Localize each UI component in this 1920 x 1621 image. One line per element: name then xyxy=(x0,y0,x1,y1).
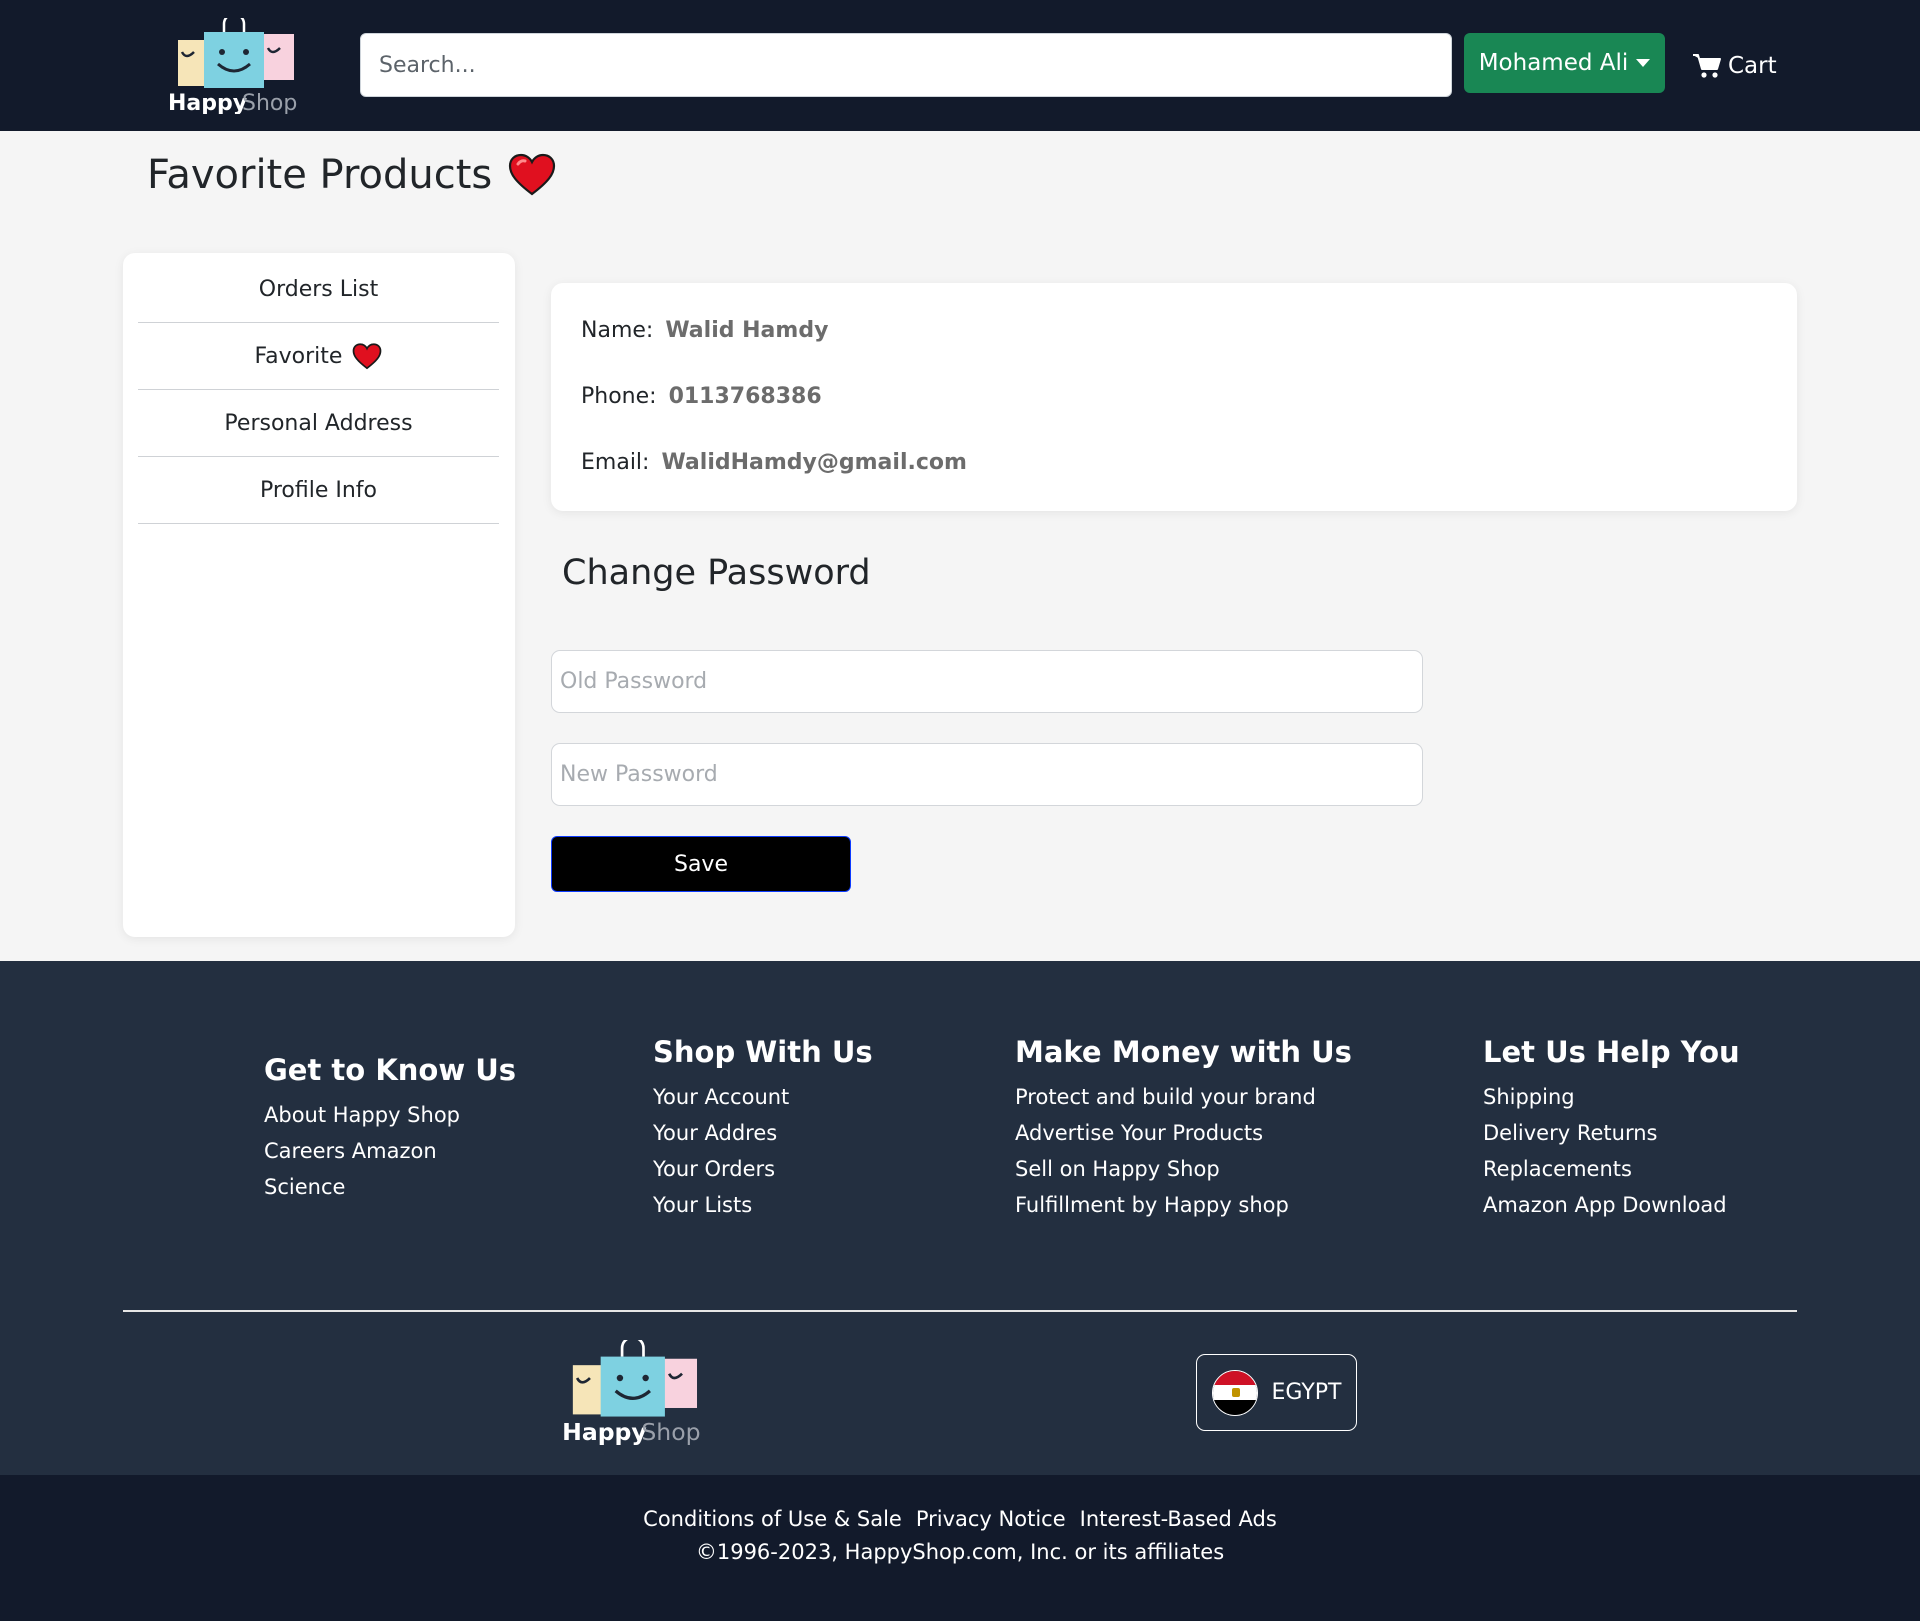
egypt-flag-icon xyxy=(1211,1369,1258,1416)
phone-value: 0113768386 xyxy=(668,384,822,409)
cart-label: Cart xyxy=(1728,53,1777,79)
caret-down-icon xyxy=(1636,59,1651,67)
legal-link-ads[interactable]: Interest-Based Ads xyxy=(1080,1507,1277,1531)
logo-word-shop: Shop xyxy=(641,1418,700,1446)
profile-name-row: Name: Walid Hamdy xyxy=(581,318,828,343)
footer-happyshop-logo[interactable]: Happy Shop xyxy=(560,1340,712,1446)
country-label: EGYPT xyxy=(1271,1380,1342,1405)
heart-icon xyxy=(509,153,556,196)
footer-link[interactable]: Fulfillment by Happy shop xyxy=(1015,1187,1352,1223)
cart-link[interactable]: Cart xyxy=(1692,48,1777,84)
logo-word-happy: Happy xyxy=(168,91,247,114)
profile-info-card: Name: Walid Hamdy Phone: 0113768386 Emai… xyxy=(551,283,1797,511)
page-title: Favorite Products xyxy=(147,152,556,198)
footer-link[interactable]: Your Orders xyxy=(653,1151,873,1187)
legal-links: Conditions of Use & Sale Privacy Notice … xyxy=(0,1507,1920,1531)
old-password-input[interactable] xyxy=(551,650,1423,713)
happyshop-logo[interactable]: Happy Shop xyxy=(166,18,308,114)
save-button[interactable]: Save xyxy=(551,836,851,892)
cart-icon xyxy=(1693,54,1721,78)
sidebar-item-personal-address[interactable]: Personal Address xyxy=(138,390,499,457)
footer-link[interactable]: About Happy Shop xyxy=(264,1097,516,1133)
footer-link[interactable]: Advertise Your Products xyxy=(1015,1115,1352,1151)
footer-column-let-us-help-you: Let Us Help You Shipping Delivery Return… xyxy=(1483,1035,1740,1223)
profile-email-row: Email: WalidHamdy@gmail.com xyxy=(581,450,967,475)
search-input[interactable] xyxy=(360,33,1452,97)
footer-column-title: Make Money with Us xyxy=(1015,1035,1352,1069)
top-navbar: Happy Shop Mohamed Ali Cart xyxy=(0,0,1920,131)
legal-bar: Conditions of Use & Sale Privacy Notice … xyxy=(0,1475,1920,1621)
change-password-title: Change Password xyxy=(562,553,871,593)
copyright-text: ©1996-2023, HappyShop.com, Inc. or its a… xyxy=(695,1540,1225,1564)
footer-link[interactable]: Protect and build your brand xyxy=(1015,1079,1352,1115)
sidebar-item-label: Favorite xyxy=(254,343,343,369)
phone-label: Phone: xyxy=(581,384,657,409)
footer-column-title: Get to Know Us xyxy=(264,1053,517,1087)
footer-column-make-money: Make Money with Us Protect and build you… xyxy=(1015,1035,1352,1223)
sidebar-item-orders-list[interactable]: Orders List xyxy=(138,256,499,323)
page-title-text: Favorite Products xyxy=(147,152,493,198)
legal-link-privacy[interactable]: Privacy Notice xyxy=(916,1507,1066,1531)
footer-link[interactable]: Replacements xyxy=(1483,1151,1740,1187)
profile-phone-row: Phone: 0113768386 xyxy=(581,384,822,409)
footer-link[interactable]: Shipping xyxy=(1483,1079,1740,1115)
footer-column-shop-with-us: Shop With Us Your Account Your Addres Yo… xyxy=(653,1035,873,1223)
footer-link[interactable]: Your Lists xyxy=(653,1187,873,1223)
email-value: WalidHamdy@gmail.com xyxy=(661,450,967,475)
footer-link[interactable]: Your Addres xyxy=(653,1115,873,1151)
footer-column-title: Shop With Us xyxy=(653,1035,873,1069)
footer-divider xyxy=(123,1310,1797,1312)
sidebar-item-profile-info[interactable]: Profile Info xyxy=(138,457,499,524)
sidebar-item-label: Personal Address xyxy=(224,410,413,436)
name-label: Name: xyxy=(581,318,654,343)
name-value: Walid Hamdy xyxy=(665,318,829,343)
logo-word-happy: Happy xyxy=(562,1418,647,1446)
user-name-label: Mohamed Ali xyxy=(1478,50,1629,76)
footer-column-get-to-know-us: Get to Know Us About Happy Shop Careers … xyxy=(264,1053,516,1205)
legal-link-conditions[interactable]: Conditions of Use & Sale xyxy=(643,1507,902,1531)
logo-word-shop: Shop xyxy=(242,91,297,114)
email-label: Email: xyxy=(581,450,650,475)
footer-link[interactable]: Amazon App Download xyxy=(1483,1187,1740,1223)
footer-column-title: Let Us Help You xyxy=(1483,1035,1740,1069)
footer-link[interactable]: Science xyxy=(264,1169,516,1205)
new-password-input[interactable] xyxy=(551,743,1423,806)
footer-link[interactable]: Sell on Happy Shop xyxy=(1015,1151,1352,1187)
sidebar-item-label: Orders List xyxy=(258,276,379,302)
user-menu-button[interactable]: Mohamed Ali xyxy=(1464,33,1665,93)
heart-icon xyxy=(353,342,382,369)
footer-link[interactable]: Careers Amazon xyxy=(264,1133,516,1169)
footer-link[interactable]: Your Account xyxy=(653,1079,873,1115)
footer-link[interactable]: Delivery Returns xyxy=(1483,1115,1740,1151)
sidebar-item-label: Profile Info xyxy=(259,477,378,503)
sidebar-item-favorite[interactable]: Favorite xyxy=(138,323,499,390)
account-sidebar: Orders List Favorite Personal Address Pr… xyxy=(123,253,515,937)
country-selector[interactable]: EGYPT xyxy=(1196,1354,1357,1431)
